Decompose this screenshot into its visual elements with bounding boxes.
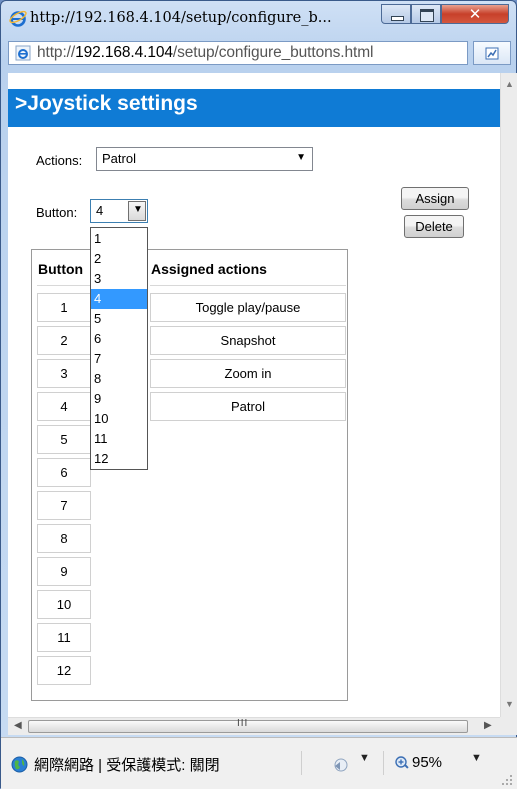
- table-cell-button-number: 9: [37, 557, 91, 586]
- column-header-button: Button: [38, 261, 84, 277]
- chevron-down-icon[interactable]: ▼: [359, 752, 370, 764]
- page-title: >Joystick settings: [15, 92, 198, 115]
- delete-button[interactable]: Delete: [404, 215, 464, 238]
- globe-icon: [11, 756, 28, 773]
- table-cell-assigned-action: Zoom in: [150, 359, 346, 388]
- table-cell-button-number: 6: [37, 458, 91, 487]
- browser-window: http://192.168.4.104/setup/configure_b..…: [0, 0, 517, 789]
- horizontal-scrollbar[interactable]: ◀ III ▶: [8, 717, 500, 735]
- table-cell-assigned-action: Patrol: [150, 392, 346, 421]
- scroll-grip: III: [237, 718, 249, 729]
- url-scheme: http://: [37, 44, 76, 61]
- column-header-actions: Assigned actions: [151, 261, 267, 277]
- compatibility-view-icon: [485, 47, 499, 60]
- table-cell-button-number: 7: [37, 491, 91, 520]
- button-label: Button:: [36, 205, 78, 220]
- zoom-level[interactable]: 95%: [412, 754, 442, 771]
- resize-grip-icon[interactable]: [501, 774, 513, 786]
- table-cell-button-number: 11: [37, 623, 91, 652]
- button-select[interactable]: 4 ▼: [90, 199, 148, 223]
- chevron-down-icon: ▼: [296, 152, 306, 163]
- security-zone-text[interactable]: 網際網路 | 受保護模式: 關閉: [34, 754, 220, 775]
- scrollbar-corner: [500, 717, 517, 735]
- scroll-up-icon[interactable]: ▲: [505, 79, 514, 89]
- scroll-right-icon[interactable]: ▶: [484, 720, 492, 731]
- maximize-button[interactable]: [411, 4, 441, 24]
- compatibility-view-button[interactable]: [473, 41, 511, 65]
- dropdown-option[interactable]: 7: [91, 349, 147, 369]
- actions-select[interactable]: Patrol ▼: [96, 147, 313, 171]
- page-header: >Joystick settings: [8, 89, 500, 127]
- url-host: 192.168.4.104: [75, 44, 173, 61]
- dropdown-option-selected[interactable]: 4: [91, 289, 147, 309]
- assign-button[interactable]: Assign: [401, 187, 469, 210]
- ie-logo-icon: [9, 10, 27, 27]
- scroll-left-icon[interactable]: ◀: [14, 720, 22, 731]
- page-icon: [15, 45, 31, 61]
- address-url[interactable]: http://192.168.4.104/setup/configure_but…: [37, 44, 373, 62]
- close-icon: ✕: [468, 5, 482, 23]
- button-dropdown-list: 1 2 3 4 5 6 7 8 9 10 11 12: [90, 227, 148, 470]
- zoom-icon[interactable]: [395, 756, 409, 770]
- dropdown-option[interactable]: 2: [91, 249, 147, 269]
- title-bar: http://192.168.4.104/setup/configure_b..…: [1, 1, 516, 37]
- table-cell-button-number: 5: [37, 425, 91, 454]
- dropdown-option[interactable]: 8: [91, 369, 147, 389]
- button-select-dropdown[interactable]: ▼: [128, 201, 146, 221]
- dropdown-option[interactable]: 10: [91, 409, 147, 429]
- table-cell-assigned-action: Snapshot: [150, 326, 346, 355]
- dropdown-option[interactable]: 1: [91, 229, 147, 249]
- status-divider: [301, 751, 302, 775]
- security-zone-icon[interactable]: [332, 756, 349, 773]
- table-cell-button-number: 4: [37, 392, 91, 421]
- address-bar[interactable]: http://192.168.4.104/setup/configure_but…: [8, 41, 468, 65]
- table-cell-button-number: 3: [37, 359, 91, 388]
- header-divider: [150, 285, 346, 286]
- status-divider: [383, 751, 384, 775]
- table-cell-button-number: 2: [37, 326, 91, 355]
- scroll-down-icon[interactable]: ▼: [505, 699, 514, 709]
- horizontal-scroll-thumb[interactable]: III: [28, 718, 468, 733]
- status-bar: 網際網路 | 受保護模式: 關閉 ▼ 95% ▼: [1, 737, 517, 789]
- table-cell-button-number: 1: [37, 293, 91, 322]
- window-title: http://192.168.4.104/setup/configure_b..…: [30, 10, 332, 26]
- chevron-down-icon: ▼: [133, 204, 143, 215]
- url-path: /setup/configure_buttons.html: [172, 44, 374, 61]
- dropdown-option[interactable]: 5: [91, 309, 147, 329]
- minimize-icon: [391, 16, 404, 21]
- table-cell-button-number: 10: [37, 590, 91, 619]
- header-divider: [37, 285, 91, 286]
- close-button[interactable]: ✕: [441, 4, 509, 24]
- dropdown-option[interactable]: 6: [91, 329, 147, 349]
- vertical-scrollbar[interactable]: ▲ ▼: [500, 73, 517, 717]
- actions-label: Actions:: [36, 153, 83, 168]
- dropdown-option[interactable]: 12: [91, 449, 147, 469]
- table-cell-assigned-action: Toggle play/pause: [150, 293, 346, 322]
- actions-select-value: Patrol: [102, 151, 136, 166]
- dropdown-option[interactable]: 3: [91, 269, 147, 289]
- dropdown-option[interactable]: 9: [91, 389, 147, 409]
- dropdown-option[interactable]: 11: [91, 429, 147, 449]
- button-select-value: 4: [96, 203, 104, 218]
- maximize-icon: [420, 9, 434, 22]
- table-cell-button-number: 12: [37, 656, 91, 685]
- table-cell-button-number: 8: [37, 524, 91, 553]
- page-viewport: >Joystick settings Actions: Patrol ▼ But…: [8, 73, 500, 717]
- chevron-down-icon[interactable]: ▼: [471, 752, 482, 764]
- minimize-button[interactable]: [381, 4, 411, 24]
